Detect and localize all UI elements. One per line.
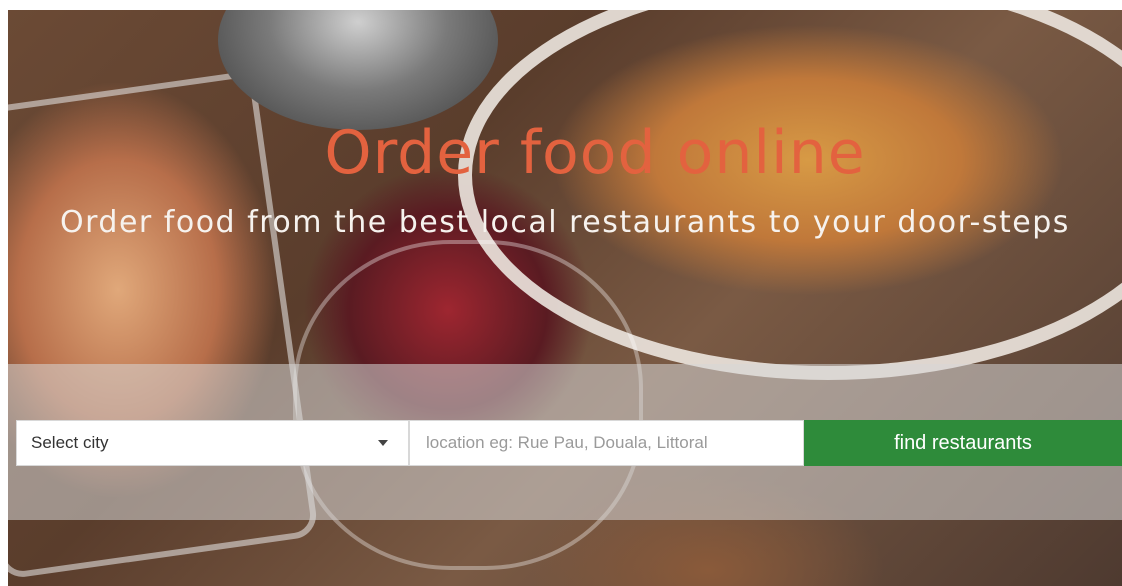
chevron-down-icon [378,440,388,446]
hero-subtitle: Order food from the best local restauran… [60,205,1070,240]
city-select[interactable]: Select city [16,420,409,466]
find-restaurants-button[interactable]: find restaurants [804,420,1122,466]
pot-lid-image [218,10,498,130]
location-input[interactable] [409,420,804,466]
hero-title: Order food online [324,118,866,188]
city-select-value: Select city [31,433,109,452]
